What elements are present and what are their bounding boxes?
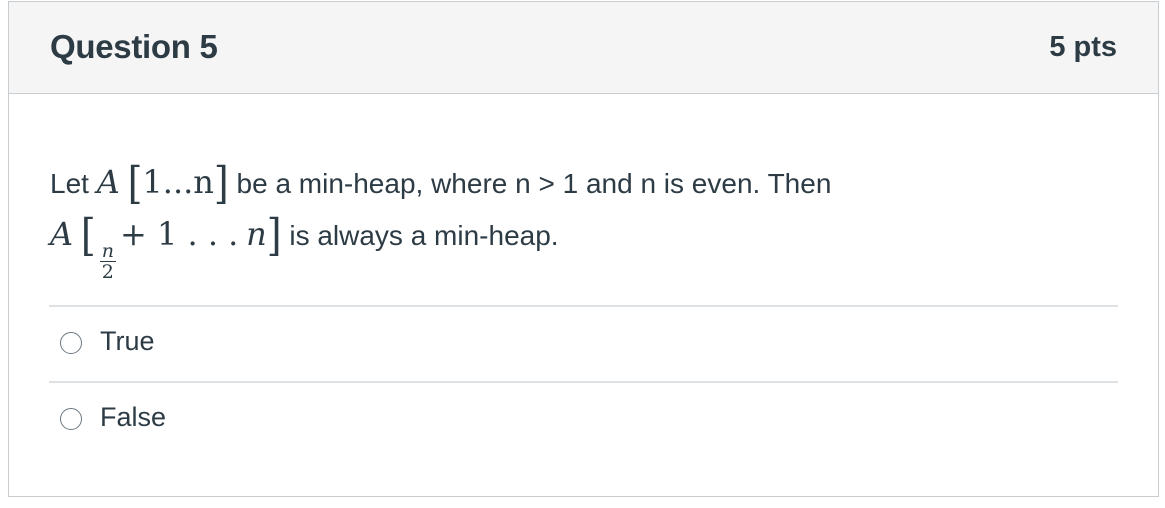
- math-close-bracket: ]: [213, 157, 229, 209]
- math-var-n: n: [246, 215, 267, 253]
- answer-option-false[interactable]: False: [49, 382, 1118, 456]
- text-let: Let: [50, 168, 97, 199]
- question-title: Question 5: [50, 28, 218, 65]
- math-open-bracket: [: [127, 157, 143, 209]
- answer-option-true[interactable]: True: [49, 306, 1118, 380]
- question-text-line-2: A [n 2 + 1 . . . n] is always a min-heap.: [50, 209, 1110, 282]
- answer-label-false[interactable]: False: [100, 402, 166, 433]
- math-close-bracket-2: ]: [266, 209, 282, 261]
- math-range-text: 1...n: [142, 163, 214, 201]
- math-var-a: A: [96, 163, 120, 201]
- text-always-min-heap: is always a min-heap.: [281, 220, 559, 251]
- math-range: 1...n: [142, 163, 213, 201]
- math-var-a-2: A: [50, 215, 74, 253]
- text-min-heap-condition: be a min-heap, where n > 1 and n is even…: [228, 168, 832, 199]
- question-text-line-1: Let A [1...n] be a min-heap, where n > 1…: [50, 157, 1110, 209]
- math-plus-one: + 1 . . .: [119, 215, 239, 253]
- radio-button-false[interactable]: [60, 408, 82, 430]
- math-open-bracket-2: [: [80, 209, 96, 261]
- question-points: 5 pts: [1049, 31, 1117, 63]
- fraction-denominator: 2: [101, 261, 114, 283]
- fraction-numerator: n: [99, 240, 116, 262]
- radio-button-true[interactable]: [60, 332, 82, 354]
- answer-label-true[interactable]: True: [100, 326, 155, 357]
- question-text: Let A [1...n] be a min-heap, where n > 1…: [50, 157, 1110, 282]
- question-card: Question 5 5 pts Let A [1...n] be a min-…: [8, 1, 1159, 497]
- math-fraction: n2: [99, 240, 116, 283]
- question-header: Question 5 5 pts: [9, 2, 1158, 94]
